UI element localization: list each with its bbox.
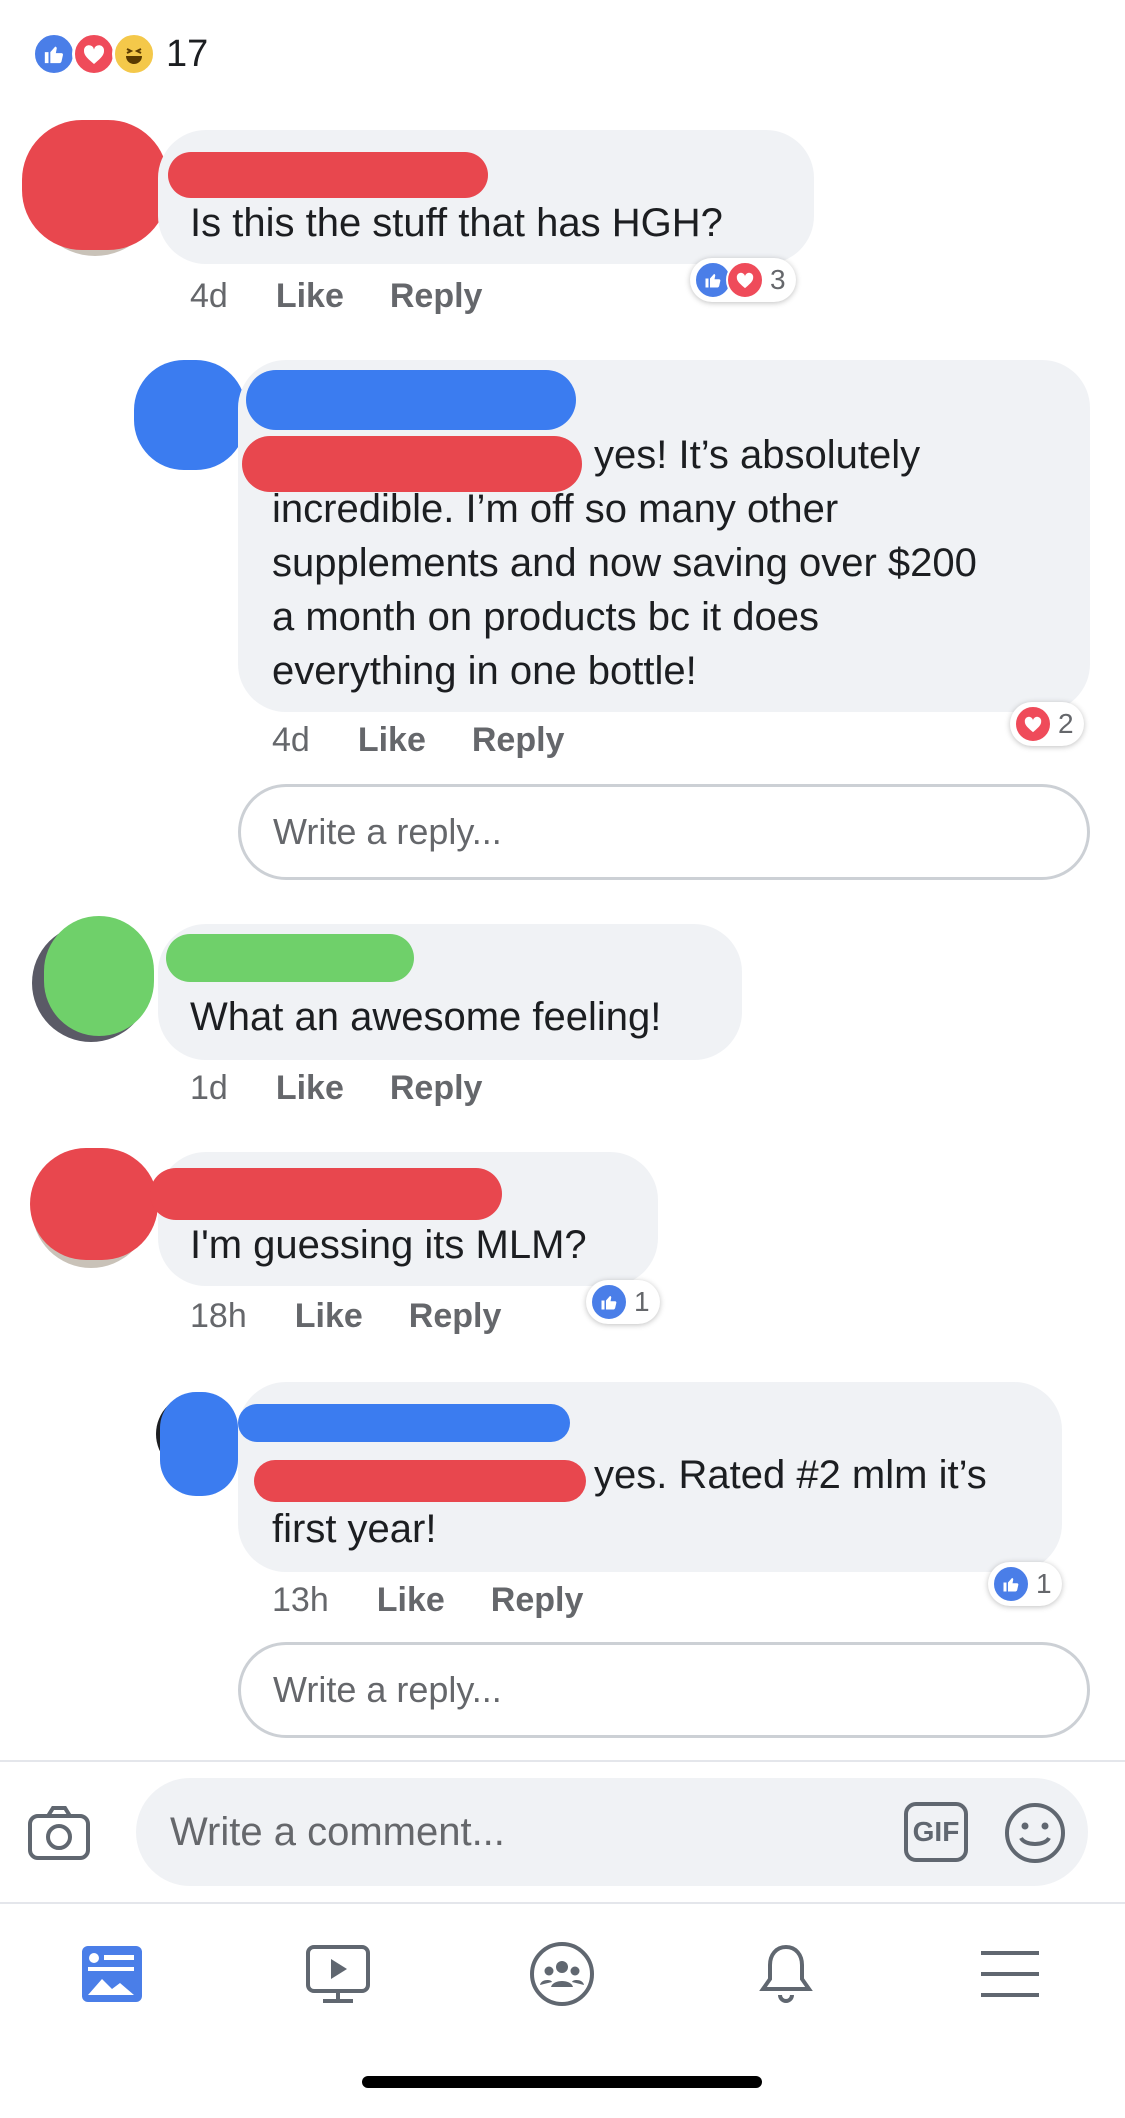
like-button[interactable]: Like <box>295 1297 363 1336</box>
comment-reactions[interactable]: 1 <box>988 1562 1062 1606</box>
comment-text: I'm guessing its MLM? <box>190 1223 587 1267</box>
reply-input[interactable]: Write a reply... <box>238 784 1090 880</box>
gif-button[interactable]: GIF <box>904 1802 968 1862</box>
redaction-scribble <box>22 120 168 250</box>
comment-text: Is this the stuff that has HGH? <box>190 201 723 245</box>
reply-text-line: supplements and now saving over $200 <box>272 541 977 585</box>
reply-input[interactable]: Write a reply... <box>238 1642 1090 1738</box>
comment-reactions[interactable]: 3 <box>690 258 796 302</box>
watch-icon[interactable] <box>278 1924 398 2024</box>
groups-icon[interactable] <box>502 1924 622 2024</box>
reply-text-line: a month on products bc it does <box>272 595 819 639</box>
reply-text-line1: yes! It’s absolutely <box>594 433 921 477</box>
love-icon <box>72 32 116 76</box>
reactions-summary[interactable]: 17 <box>32 30 208 78</box>
reply-text-line: everything in one bottle! <box>272 649 697 693</box>
reply-button[interactable]: Reply <box>472 721 565 760</box>
redaction-scribble <box>160 1392 238 1496</box>
reply-button[interactable]: Reply <box>390 277 483 316</box>
name-redaction <box>150 1168 502 1220</box>
reaction-count: 17 <box>166 32 209 75</box>
reply-placeholder: Write a reply... <box>273 1669 502 1710</box>
reply-text-line: first year! <box>272 1507 437 1551</box>
like-icon <box>32 32 76 76</box>
comment-time: 18h <box>190 1296 247 1335</box>
name-redaction <box>166 934 414 982</box>
comment-actions: 4d Like Reply <box>190 272 528 320</box>
like-button[interactable]: Like <box>377 1581 445 1620</box>
emoji-icon[interactable] <box>1004 1802 1066 1864</box>
comment-time: 13h <box>272 1580 329 1619</box>
name-redaction <box>238 1404 570 1442</box>
like-button[interactable]: Like <box>358 721 426 760</box>
love-icon <box>726 261 764 299</box>
comment-placeholder: Write a comment... <box>170 1809 505 1854</box>
reaction-count: 1 <box>1036 1568 1052 1599</box>
like-icon <box>992 1565 1030 1603</box>
comment-text: What an awesome feeling! <box>190 995 662 1039</box>
comment-time: 4d <box>190 276 228 315</box>
redaction-scribble <box>134 360 246 470</box>
love-icon <box>1014 705 1052 743</box>
comment-actions: 13h Like Reply <box>272 1576 629 1624</box>
like-icon <box>590 1283 628 1321</box>
reply-text-line1: yes. Rated #2 mlm it’s <box>594 1453 987 1497</box>
reaction-count: 2 <box>1058 708 1074 739</box>
comment-reactions[interactable]: 2 <box>1010 702 1084 746</box>
name-redaction <box>246 370 576 430</box>
gif-label: GIF <box>912 1816 960 1847</box>
reply-button[interactable]: Reply <box>491 1581 584 1620</box>
like-button[interactable]: Like <box>276 1069 344 1108</box>
menu-icon[interactable] <box>950 1924 1070 2024</box>
like-button[interactable]: Like <box>276 277 344 316</box>
reply-button[interactable]: Reply <box>390 1069 483 1108</box>
comment-time: 4d <box>272 720 310 759</box>
redaction-scribble <box>44 916 154 1036</box>
reply-text-line: incredible. I’m off so many other <box>272 487 839 531</box>
reaction-count: 1 <box>634 1286 650 1317</box>
haha-icon <box>112 32 156 76</box>
comment-actions: 1d Like Reply <box>190 1064 528 1112</box>
reply-button[interactable]: Reply <box>409 1297 502 1336</box>
comment-actions: 18h Like Reply <box>190 1292 547 1340</box>
comment-reactions[interactable]: 1 <box>586 1280 660 1324</box>
news-feed-icon[interactable] <box>52 1924 172 2024</box>
name-redaction <box>254 1460 586 1502</box>
name-redaction <box>168 152 488 198</box>
comment-time: 1d <box>190 1068 228 1107</box>
reply-placeholder: Write a reply... <box>273 811 502 852</box>
redaction-scribble <box>30 1148 158 1260</box>
camera-icon[interactable] <box>26 1800 92 1866</box>
notifications-icon[interactable] <box>726 1924 846 2024</box>
comment-actions: 4d Like Reply <box>272 716 610 764</box>
reaction-count: 3 <box>770 264 786 295</box>
home-indicator <box>362 2076 762 2088</box>
